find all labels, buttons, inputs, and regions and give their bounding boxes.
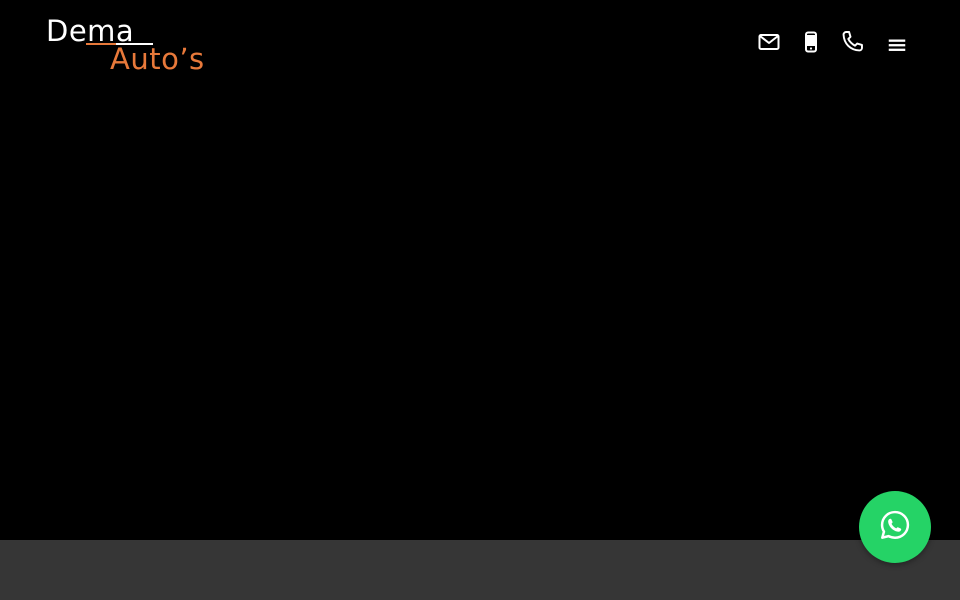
footer-strip	[0, 540, 960, 600]
header-icon-nav	[752, 26, 922, 62]
hero-section	[0, 0, 960, 540]
mail-icon[interactable]	[753, 26, 785, 58]
menu-icon[interactable]	[881, 29, 913, 61]
whatsapp-icon	[877, 507, 913, 547]
whatsapp-button[interactable]	[859, 491, 931, 563]
phone-icon[interactable]	[836, 26, 868, 58]
mobile-icon[interactable]	[795, 26, 827, 58]
site-logo[interactable]: Dema Auto’s	[46, 12, 206, 76]
logo-text-line2: Auto’s	[110, 42, 205, 76]
page: Dema Auto’s	[0, 0, 960, 600]
